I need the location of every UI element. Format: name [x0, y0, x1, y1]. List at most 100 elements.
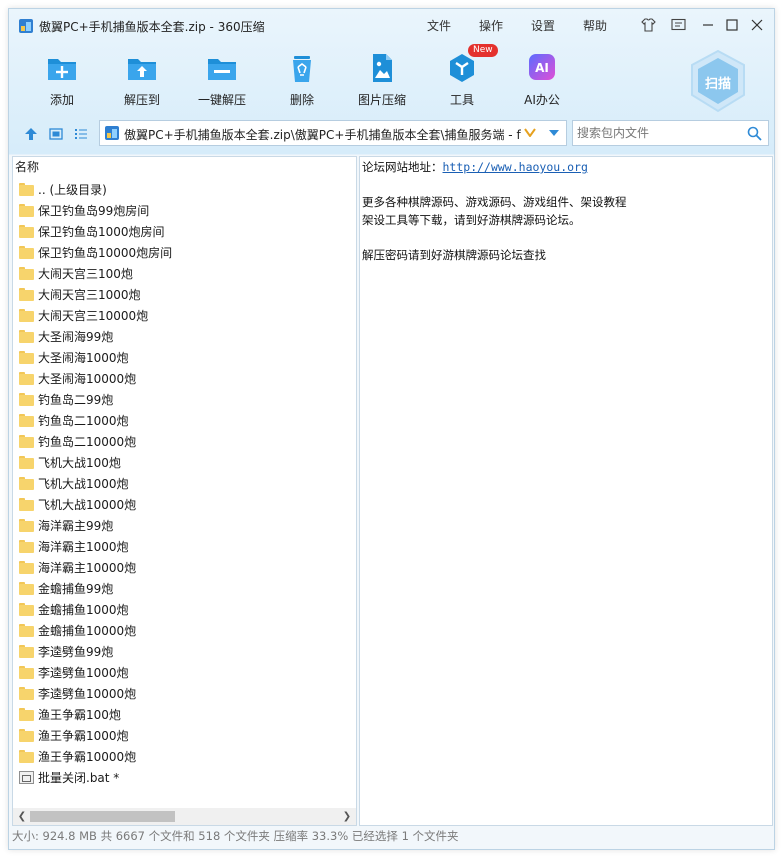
file-list-item[interactable]: 保卫钓鱼岛99炮房间: [13, 200, 356, 221]
folder-icon: [19, 477, 34, 490]
file-list-item[interactable]: 海洋霸主99炮: [13, 515, 356, 536]
file-list-item[interactable]: .. (上级目录): [13, 179, 356, 200]
menu-help[interactable]: 帮助: [583, 17, 607, 34]
list-view-button[interactable]: [72, 125, 90, 143]
scroll-right-icon[interactable]: ❯: [340, 810, 354, 823]
menu-operate[interactable]: 操作: [479, 17, 503, 34]
scan-label: 扫描: [704, 77, 731, 92]
folder-icon: [19, 267, 34, 280]
folder-icon: [19, 603, 34, 616]
file-list-item[interactable]: 保卫钓鱼岛1000炮房间: [13, 221, 356, 242]
file-list-item[interactable]: 大圣闹海1000炮: [13, 347, 356, 368]
readme-line-3: 架设工具等下载，请到好游棋牌源码论坛。: [362, 212, 581, 227]
file-name: 大圣闹海1000炮: [38, 351, 129, 365]
file-list-item[interactable]: 渔王争霸100炮: [13, 704, 356, 725]
folder-icon: [19, 183, 34, 196]
file-list-item[interactable]: 钓鱼岛二1000炮: [13, 410, 356, 431]
file-list-item[interactable]: 大闹天宫三10000炮: [13, 305, 356, 326]
file-list-item[interactable]: 钓鱼岛二99炮: [13, 389, 356, 410]
file-name: 渔王争霸1000炮: [38, 729, 129, 743]
folder-icon: [19, 435, 34, 448]
minimize-icon[interactable]: [697, 15, 719, 35]
add-label: 添加: [49, 93, 74, 107]
address-bar[interactable]: 傲翼PC+手机捕鱼版本全套.zip\傲翼PC+手机捕鱼版本全套\捕鱼服务端 - …: [99, 120, 567, 146]
file-list-item[interactable]: 渔王争霸1000炮: [13, 725, 356, 746]
file-list: .. (上级目录) 保卫钓鱼岛99炮房间 保卫钓鱼岛1000炮房间 保卫钓鱼岛1000…: [13, 179, 356, 788]
file-list-item[interactable]: 飞机大战100炮: [13, 452, 356, 473]
scroll-left-icon[interactable]: ❮: [15, 810, 29, 823]
file-list-item[interactable]: 批量关闭.bat *: [13, 767, 356, 788]
file-list-item[interactable]: 海洋霸主1000炮: [13, 536, 356, 557]
file-name: 钓鱼岛二10000炮: [38, 435, 137, 449]
file-name: .. (上级目录): [38, 183, 107, 197]
image-compress-button[interactable]: 图片压缩: [342, 51, 422, 111]
folder-icon: [19, 225, 34, 238]
chevron-down-icon[interactable]: [548, 129, 560, 137]
feedback-icon[interactable]: [667, 15, 689, 35]
maximize-icon[interactable]: [721, 15, 743, 35]
recycle-bin-icon: [293, 56, 311, 82]
file-list-item[interactable]: 李逵劈鱼1000炮: [13, 662, 356, 683]
file-name: 金蟾捕鱼99炮: [38, 582, 114, 596]
file-name: 海洋霸主1000炮: [38, 540, 129, 554]
folder-icon: [19, 246, 34, 259]
folder-icon: [19, 414, 34, 427]
column-header-name[interactable]: 名称: [13, 157, 356, 177]
folder-icon: [19, 582, 34, 595]
file-name: 金蟾捕鱼10000炮: [38, 624, 137, 638]
file-list-item[interactable]: 大闹天宫三100炮: [13, 263, 356, 284]
v-mark-icon: [524, 128, 536, 137]
scrollbar-thumb[interactable]: [30, 811, 175, 822]
folder-icon: [19, 456, 34, 469]
file-name: 钓鱼岛二1000炮: [38, 414, 129, 428]
one-click-extract-button[interactable]: 一键解压: [182, 51, 262, 111]
ai-office-button[interactable]: AI AI办公: [502, 51, 582, 111]
file-list-item[interactable]: 海洋霸主10000炮: [13, 557, 356, 578]
search-input[interactable]: [577, 124, 741, 142]
file-name: 渔王争霸10000炮: [38, 750, 137, 764]
file-list-item[interactable]: 飞机大战10000炮: [13, 494, 356, 515]
extract-to-button[interactable]: 解压到: [102, 51, 182, 111]
list-view-icon: [75, 129, 87, 139]
folder-icon: [19, 498, 34, 511]
window-title: 傲翼PC+手机捕鱼版本全套.zip - 360压缩: [39, 20, 265, 34]
skin-icon[interactable]: [637, 15, 659, 35]
image-compress-icon: [373, 54, 392, 82]
file-list-item[interactable]: 李逵劈鱼99炮: [13, 641, 356, 662]
file-list-item[interactable]: 金蟾捕鱼99炮: [13, 578, 356, 599]
file-list-panel: 名称 .. (上级目录) 保卫钓鱼岛99炮房间 保卫钓鱼岛1000炮房间 保卫钓鱼岛1…: [12, 156, 357, 826]
delete-label: 删除: [289, 93, 314, 107]
file-list-item[interactable]: 大圣闹海10000炮: [13, 368, 356, 389]
search-icon[interactable]: [747, 126, 762, 141]
file-list-item[interactable]: 飞机大战1000炮: [13, 473, 356, 494]
thumbnail-view-icon: [49, 128, 63, 140]
menu-settings[interactable]: 设置: [531, 17, 555, 34]
close-icon[interactable]: [746, 15, 768, 35]
horizontal-scrollbar[interactable]: ❮ ❯: [13, 808, 356, 825]
file-list-item[interactable]: 渔王争霸10000炮: [13, 746, 356, 767]
delete-button[interactable]: 删除: [262, 51, 342, 111]
forum-link[interactable]: http://www.haoyou.org: [443, 160, 588, 174]
file-name: 大闹天宫三10000炮: [38, 309, 149, 323]
file-name: 海洋霸主99炮: [38, 519, 114, 533]
file-list-item[interactable]: 金蟾捕鱼1000炮: [13, 599, 356, 620]
search-box[interactable]: [572, 120, 769, 146]
ai-office-label: AI办公: [524, 93, 560, 107]
forum-label: 论坛网站地址：: [362, 160, 443, 174]
folder-icon: [19, 750, 34, 763]
up-level-button[interactable]: [22, 125, 40, 143]
scan-button[interactable]: 扫描: [688, 49, 748, 113]
file-list-item[interactable]: 大闹天宫三1000炮: [13, 284, 356, 305]
new-badge: New: [468, 44, 498, 57]
tools-button[interactable]: New 工具: [422, 44, 502, 111]
folder-icon: [19, 708, 34, 721]
menu-file[interactable]: 文件: [427, 17, 451, 34]
file-list-item[interactable]: 保卫钓鱼岛10000炮房间: [13, 242, 356, 263]
file-list-item[interactable]: 钓鱼岛二10000炮: [13, 431, 356, 452]
file-list-item[interactable]: 大圣闹海99炮: [13, 326, 356, 347]
file-list-item[interactable]: 李逵劈鱼10000炮: [13, 683, 356, 704]
folder-icon: [19, 561, 34, 574]
thumbnail-view-button[interactable]: [47, 125, 65, 143]
add-button[interactable]: 添加: [22, 51, 102, 111]
file-list-item[interactable]: 金蟾捕鱼10000炮: [13, 620, 356, 641]
